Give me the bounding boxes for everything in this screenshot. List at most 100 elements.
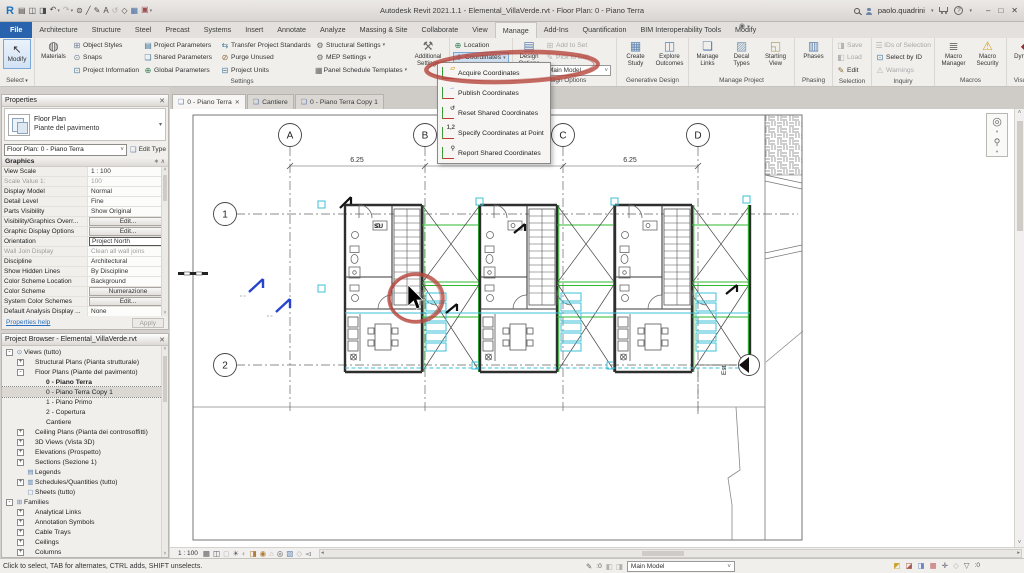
view-scale-button[interactable]: 1 : 100 [178,550,198,557]
element-selector-dropdown[interactable]: Floor Plan: 0 - Piano Terra [4,144,127,156]
expand-icon[interactable]: + [17,359,24,366]
ribbon-tab[interactable]: File [0,22,32,38]
expand-icon[interactable]: + [17,509,24,516]
help-menu-caret-icon[interactable]: ▾ [969,8,972,14]
ribbon-small-button[interactable]: ⚙ MEP Settings [315,52,407,65]
property-row[interactable]: Orientation Project North [2,237,168,247]
expand-icon[interactable]: + [17,479,24,486]
steering-wheel-icon[interactable]: ◎ [992,116,1002,128]
view-tab[interactable]: ❏ 0 - Piano Terra ✕ [172,94,246,109]
collapse-icon[interactable]: ∗ ∧ [154,158,165,165]
expand-icon[interactable] [17,469,24,476]
view-tab[interactable]: ❏ Cantiere [247,94,294,109]
ribbon-small-button[interactable]: ⚙ Structural Settings [315,39,407,52]
property-row[interactable]: Visibility/Graphics Overr... Edit... [2,217,168,227]
ribbon-small-button[interactable]: ⇆ Transfer Project Standards [220,39,312,52]
qat-icon[interactable]: ◫ [29,6,37,16]
ribbon-tab[interactable]: Massing & Site [353,22,415,38]
horizontal-scrollbar[interactable]: ◂ ▸ [319,549,1022,558]
property-row[interactable]: Graphic Display Options Edit... [2,227,168,237]
help-icon[interactable]: ? [954,6,963,15]
expand-icon[interactable]: + [17,449,24,456]
user-menu-caret-icon[interactable]: ▾ [931,8,934,14]
ribbon-small-button[interactable]: ⊕ Global Parameters [143,64,217,77]
tree-item[interactable]: ▤ Legends [2,467,168,477]
property-row[interactable]: View Scale 1 : 100 [2,167,168,177]
expand-icon[interactable]: - [17,369,24,376]
model-canvas[interactable]: 6.25 6.30 6.25 A B C D [170,109,1024,547]
ribbon-tab[interactable]: Quantification [576,22,634,38]
view-control-icon[interactable]: ◐ [242,549,247,558]
ribbon-big-button[interactable]: ◱ Starting View [760,39,791,67]
ribbon-small-button[interactable]: ⊡ Select by ID [875,52,931,65]
tree-item[interactable]: + ▥ Schedules/Quantities (tutto) [2,477,168,487]
graphics-section-header[interactable]: Graphics ∗ ∧ [2,157,168,167]
ribbon-tab[interactable]: Collaborate [415,22,466,38]
view-control-icon[interactable]: ▧ [286,549,293,558]
expand-icon[interactable]: + [17,439,24,446]
expand-icon[interactable]: + [17,519,24,526]
ribbon-small-button[interactable]: ⊡ Project Information [72,64,140,77]
menu-item[interactable]: 1,2 Specify Coordinates at Point [438,123,550,143]
type-selector[interactable]: Floor Plan Piante del pavimento ▾ [4,108,166,141]
view-tab[interactable]: ❏ 0 - Piano Terra Copy 1 [295,94,384,109]
expand-icon[interactable]: + [17,459,24,466]
menu-item[interactable]: ↺ Reset Shared Coordinates [438,103,550,123]
property-row[interactable]: Color Scheme Numerazione [2,287,168,297]
ribbon-tab[interactable]: Steel [128,22,158,38]
ribbon-small-button[interactable]: ▦ Panel Schedule Templates [315,64,407,77]
window-control-button[interactable]: ✕ [1011,6,1018,16]
ribbon-big-button[interactable]: ◆ Dynamo [1010,39,1024,61]
ribbon-small-button[interactable]: ◨ Save [836,39,868,52]
window-control-button[interactable]: □ [998,6,1003,16]
tree-item[interactable]: + Elevations (Prospetto) [2,447,168,457]
vertical-scrollbar[interactable]: ˄ ˅ [1014,109,1024,547]
qat-icon[interactable]: ↷ [63,5,73,16]
ribbon-small-button[interactable]: ◧ Load [836,52,868,65]
view-control-icon[interactable]: ◇ [296,549,302,558]
ribbon-small-button[interactable]: ❏ Shared Parameters [143,52,217,65]
property-row[interactable]: Wall Join Display Clean all wall joins [2,247,168,257]
ribbon-tab[interactable]: Systems [197,22,239,38]
active-design-option-select[interactable]: Main Model [545,65,611,76]
ribbon-small-button[interactable]: ▤ Project Parameters [143,39,217,52]
search-icon[interactable] [854,8,860,14]
ribbon-tab[interactable]: Analyze [313,22,353,38]
property-row[interactable]: Scale Value 1: 100 [2,177,168,187]
tree-item[interactable]: + Sections (Sezione 1) [2,457,168,467]
ribbon-small-button[interactable]: ⊕ Location [453,39,509,52]
tree-item[interactable]: 0 - Piano Terra Copy 1 [2,387,168,397]
property-row[interactable]: Discipline Architectural [2,257,168,267]
menu-item[interactable]: → Publish Coordinates [438,83,550,103]
worksharing-icon[interactable]: ◨ [616,562,623,571]
property-row[interactable]: Display Model Normal [2,187,168,197]
qat-icon[interactable]: ▣ [141,5,152,16]
view-control-icon[interactable]: ◅ [305,549,311,558]
expand-icon[interactable]: + [17,549,24,556]
ribbon-big-button[interactable]: ≣ Macro Manager [938,39,969,67]
floor-plan-drawing[interactable]: 6.25 6.30 6.25 A B C D [170,109,1024,547]
expand-icon[interactable]: - [6,499,13,506]
property-row[interactable]: Show Hidden Lines By Discipline [2,267,168,277]
property-row[interactable]: Default Analysis Display ... None [2,307,168,316]
browser-scrollbar[interactable]: ˄˅ [161,346,168,557]
tree-item[interactable]: - ⊙ Views (tutto) [2,347,168,357]
view-control-icon[interactable]: ▦ [203,549,210,558]
qat-icon[interactable]: ◇ [121,6,127,16]
ribbon-small-button[interactable]: ☰ IDs of Selection [875,39,931,52]
qat-icon[interactable]: A [103,6,108,16]
view-control-icon[interactable]: ◫ [213,549,220,558]
chevron-down-icon[interactable]: ▾ [996,130,998,134]
expand-icon[interactable] [28,419,35,426]
ribbon-small-button[interactable]: ⊞ Object Styles [72,39,140,52]
tree-item[interactable]: + Cable Trays [2,527,168,537]
ribbon-tab[interactable]: Insert [238,22,270,38]
tree-item[interactable]: Cantiere [2,417,168,427]
view-control-icon[interactable]: ◻ [223,549,229,558]
filter-icon[interactable]: ▽ [964,561,970,570]
status-tool-icon[interactable]: ▦ [930,561,937,570]
menu-item[interactable]: ⚲ Report Shared Coordinates [438,143,550,163]
expand-icon[interactable] [28,399,35,406]
status-tool-icon[interactable]: ◪ [905,561,912,570]
qat-icon[interactable]: ▤ [18,6,26,16]
